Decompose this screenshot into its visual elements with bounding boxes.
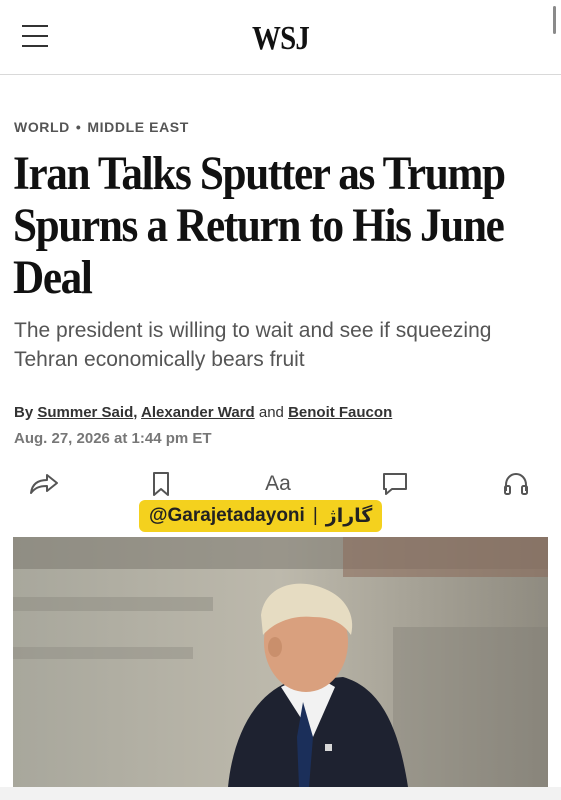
author-link[interactable]: Alexander Ward [141,404,255,421]
section-breadcrumb: WORLD • MIDDLE EAST [14,119,189,135]
author-separator: and [258,404,284,421]
author-link[interactable]: Benoit Faucon [288,404,392,421]
watermark-handle: @Garajetadayoni [149,505,305,526]
article-photo[interactable] [13,537,548,787]
author-link[interactable]: Summer Said [37,404,133,421]
watermark-separator: | [312,505,318,526]
top-navigation-bar: WSJ [0,0,561,75]
byline: By Summer Said, Alexander Ward and Benoi… [14,404,392,421]
breadcrumb-separator: • [75,119,82,135]
scrollbar[interactable] [553,6,556,34]
text-size-button[interactable]: Aa [262,470,294,498]
wsj-logo[interactable]: WSJ [42,20,519,58]
publish-date: Aug. 27, 2026 at 1:44 pm ET [14,430,212,447]
watermark-persian: گاراژ [325,505,373,527]
share-icon[interactable] [28,470,60,498]
comment-icon[interactable] [379,470,411,498]
text-size-label: Aa [265,472,291,495]
channel-watermark: @Garajetadayoni | گاراژ [139,500,383,532]
byline-prefix: By [14,404,34,421]
section-link-middle-east[interactable]: MIDDLE EAST [87,119,189,135]
article-headline: Iran Talks Sputter as Trump Spurns a Ret… [13,147,506,304]
photo-illustration [13,537,548,787]
section-link-world[interactable]: WORLD [14,119,70,135]
author-separator: , [133,404,138,421]
headphones-icon[interactable] [500,470,532,498]
bottom-strip [0,787,561,800]
bookmark-icon[interactable] [145,470,177,498]
article-subheadline: The president is willing to wait and see… [14,319,492,371]
